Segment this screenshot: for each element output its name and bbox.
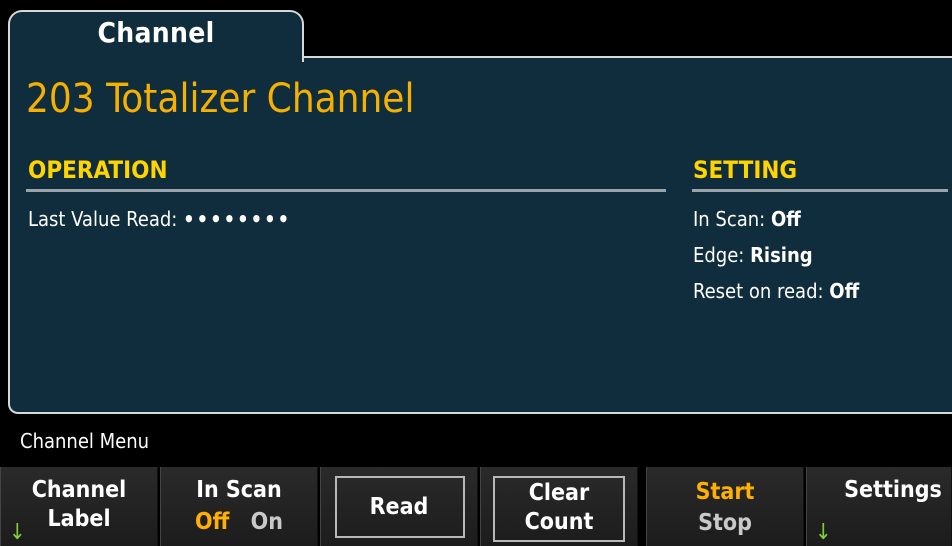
channel-label-line1: Channel: [31, 477, 127, 503]
read-label: Read: [369, 494, 429, 520]
clear-count-softkey[interactable]: Clear Count: [480, 467, 638, 546]
last-value: ••••••••: [183, 207, 292, 231]
edge-setting: Edge: Rising: [693, 243, 813, 267]
tab-channel-label: Channel: [97, 16, 215, 49]
in-scan-setting-value: Off: [770, 207, 801, 231]
clear-count-line2: Count: [524, 509, 594, 535]
reset-setting-value: Off: [829, 279, 860, 303]
start-stop-softkey[interactable]: Start Stop: [646, 467, 804, 546]
clear-count-line1: Clear: [528, 480, 590, 506]
operation-header: OPERATION: [28, 156, 168, 184]
channel-label-softkey[interactable]: Channel Label ↓: [0, 467, 158, 546]
in-scan-title: In Scan: [196, 477, 282, 503]
in-scan-setting-label: In Scan:: [693, 207, 766, 231]
arrow-down-icon: ↓: [9, 520, 26, 545]
setting-divider: [692, 189, 948, 192]
last-value-row: Last Value Read: ••••••••: [28, 207, 291, 231]
tab-join: [10, 54, 302, 60]
stop-label: Stop: [698, 510, 752, 536]
reset-setting-label: Reset on read:: [693, 279, 824, 303]
top-bar: [0, 0, 952, 10]
in-scan-softkey[interactable]: In Scan Off On: [160, 467, 318, 546]
in-scan-options: Off On: [161, 508, 317, 537]
edge-setting-label: Edge:: [693, 243, 745, 267]
edge-setting-value: Rising: [750, 243, 813, 267]
reset-setting: Reset on read: Off: [693, 279, 859, 303]
start-label: Start: [695, 479, 755, 505]
in-scan-off-option: Off: [195, 509, 230, 535]
setting-header: SETTING: [693, 156, 798, 184]
in-scan-setting: In Scan: Off: [693, 207, 801, 231]
settings-label: Settings: [844, 477, 942, 503]
arrow-down-icon: ↓: [815, 520, 832, 545]
settings-softkey[interactable]: Settings ↓: [806, 467, 952, 546]
operation-divider: [26, 189, 666, 192]
last-value-label: Last Value Read:: [28, 207, 178, 231]
read-softkey[interactable]: Read: [320, 467, 478, 546]
menu-title: Channel Menu: [20, 429, 150, 453]
in-scan-on-option: On: [250, 509, 283, 535]
channel-title: 203 Totalizer Channel: [26, 76, 415, 122]
